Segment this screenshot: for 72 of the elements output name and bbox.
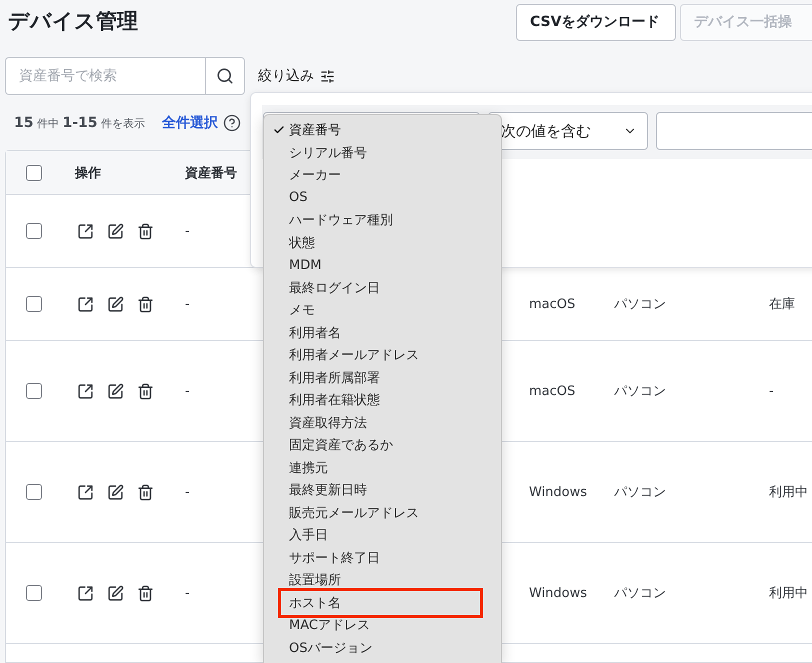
trash-icon[interactable]	[137, 382, 154, 400]
table-cell: -	[185, 224, 190, 238]
external-link-icon[interactable]	[77, 222, 94, 240]
menu-item[interactable]: 連携元	[264, 456, 501, 479]
row-checkbox[interactable]	[26, 223, 42, 239]
table-cell: macOS	[529, 296, 576, 312]
trash-icon[interactable]	[137, 584, 154, 602]
menu-item[interactable]: サポート終了日	[264, 546, 501, 569]
edit-icon[interactable]	[107, 222, 124, 240]
trash-icon[interactable]	[137, 484, 154, 500]
table-cell-text: パソコン	[614, 585, 666, 602]
menu-item[interactable]: 販売元メールアドレス	[264, 502, 501, 524]
menu-item[interactable]: メモ	[264, 299, 501, 322]
search-button[interactable]	[205, 57, 245, 95]
help-icon[interactable]	[223, 114, 242, 132]
menu-item[interactable]: ホスト名	[278, 588, 483, 618]
table-cell: -	[185, 296, 190, 312]
row-checkbox[interactable]	[26, 296, 42, 312]
trash-icon[interactable]	[137, 222, 154, 240]
row-checkbox[interactable]	[26, 585, 42, 601]
menu-item[interactable]: メーカー	[264, 164, 501, 186]
menu-item[interactable]: 最終更新日時	[264, 479, 501, 502]
operator-select[interactable]: 次の値を含む	[488, 112, 648, 150]
menu-item[interactable]: 資産取得方法	[264, 412, 501, 434]
menu-item[interactable]: 状態	[264, 232, 501, 254]
edit-icon[interactable]	[107, 584, 124, 602]
external-link-icon[interactable]	[77, 484, 94, 500]
edit-icon[interactable]	[107, 382, 124, 400]
table-cell: -	[185, 484, 190, 500]
table-cell-text: 在庫	[769, 296, 795, 313]
sliders-icon	[320, 68, 335, 84]
table-cell: -	[769, 384, 774, 398]
menu-item[interactable]: 利用者メールアドレス	[264, 344, 501, 366]
select-all-checkbox[interactable]	[26, 164, 42, 180]
result-count: 15 件中 1-15 件を表示	[14, 115, 146, 131]
table-cell-text: パソコン	[614, 383, 666, 400]
menu-item[interactable]: OS	[264, 186, 501, 209]
column-header: 操作	[75, 164, 101, 182]
menu-item[interactable]: 利用者在籍状態	[264, 389, 501, 412]
row-checkbox[interactable]	[26, 383, 42, 399]
table-cell: -	[185, 384, 190, 398]
menu-item[interactable]: OSバージョン	[264, 636, 501, 659]
edit-icon[interactable]	[107, 484, 124, 500]
table-cell-text: 利用中	[769, 585, 808, 602]
external-link-icon[interactable]	[77, 382, 94, 400]
column-header: 資産番号	[185, 164, 237, 182]
table-cell-text: 利用中	[769, 484, 808, 501]
value-field[interactable]	[656, 112, 812, 150]
menu-item[interactable]: 利用者所属部署	[264, 366, 501, 389]
menu-item[interactable]: MDM	[264, 254, 501, 276]
row-checkbox[interactable]	[26, 484, 42, 500]
table-cell: Windows	[529, 484, 588, 500]
page-title: デバイス管理	[8, 9, 138, 35]
menu-item[interactable]: 入手日	[264, 524, 501, 546]
select-all-link[interactable]: 全件選択	[162, 114, 218, 132]
trash-icon[interactable]	[137, 296, 154, 312]
external-link-icon[interactable]	[77, 584, 94, 602]
filter-toggle[interactable]: 絞り込み	[258, 67, 335, 85]
csv-download-button[interactable]: CSVをダウンロード	[516, 4, 676, 40]
table-cell-text: パソコン	[614, 484, 666, 501]
edit-icon[interactable]	[107, 296, 124, 312]
menu-item[interactable]: 固定資産であるか	[264, 434, 501, 456]
table-cell-text: パソコン	[614, 296, 666, 313]
menu-item[interactable]: ハードウェア種別	[264, 209, 501, 232]
search-icon	[216, 67, 234, 85]
table-cell: Windows	[529, 586, 588, 600]
table-cell: -	[185, 586, 190, 600]
menu-item[interactable]: 利用者名	[264, 322, 501, 344]
external-link-icon[interactable]	[77, 296, 94, 312]
menu-item[interactable]: 最終ログイン日	[264, 276, 501, 299]
table-cell: macOS	[529, 384, 576, 398]
search-field[interactable]: 資産番号で検索	[5, 57, 205, 95]
